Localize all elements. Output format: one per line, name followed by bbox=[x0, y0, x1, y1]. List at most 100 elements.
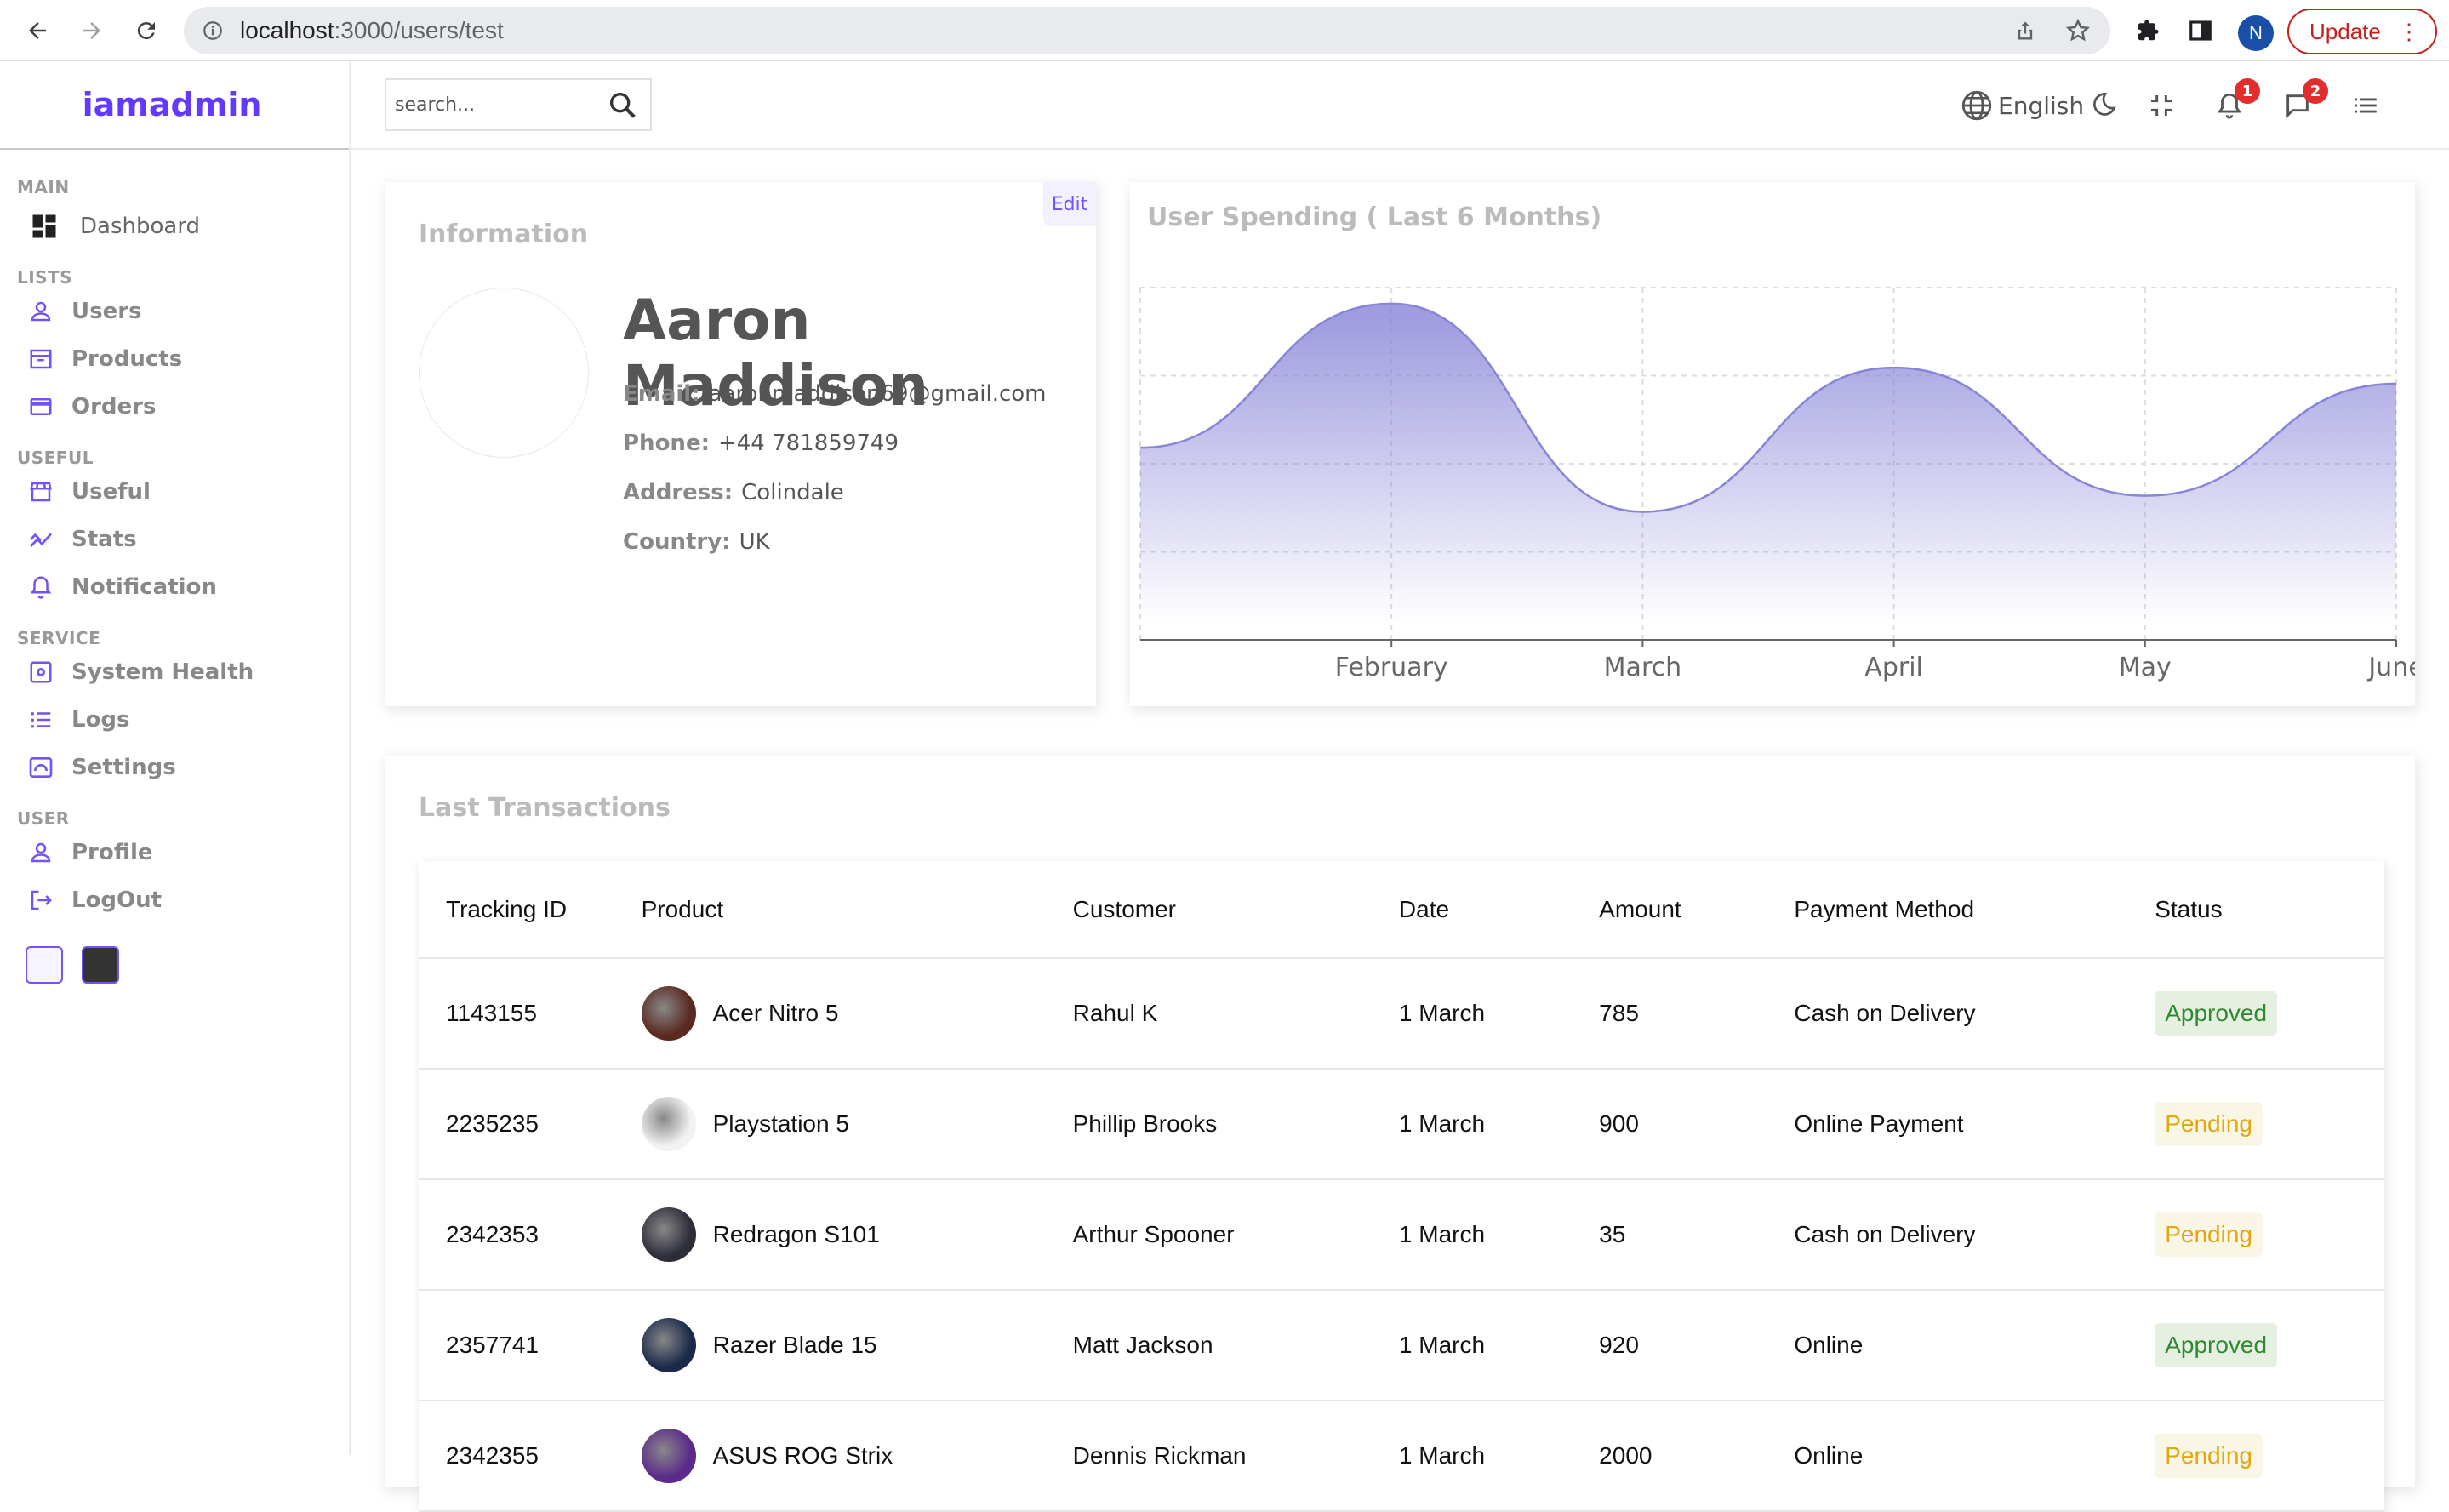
notifications-badge: 1 bbox=[2235, 78, 2260, 104]
cell-product: Redragon S101 bbox=[641, 1179, 1073, 1291]
sidebar-item-users[interactable]: Users bbox=[26, 288, 349, 335]
column-header: Date bbox=[1398, 861, 1600, 959]
table-row[interactable]: 2342353 Redragon S101 Arthur Spooner 1 Marc… bbox=[419, 1179, 2384, 1291]
cell-amount: 785 bbox=[1599, 958, 1795, 1070]
notifications-icon[interactable]: 1 bbox=[2211, 78, 2260, 124]
sidebar-item-label: Users bbox=[71, 299, 142, 324]
section-title-user: USER bbox=[17, 808, 70, 829]
fullscreen-exit-icon[interactable] bbox=[2143, 87, 2180, 124]
product-cell: Redragon S101 bbox=[641, 1207, 1073, 1262]
share-icon[interactable] bbox=[2010, 15, 2041, 46]
column-header: Status bbox=[2155, 861, 2384, 959]
sidebar-item-label: Orders bbox=[71, 394, 157, 419]
cell-product: Razer Blade 15 bbox=[641, 1290, 1073, 1401]
sidebar-item-dashboard[interactable]: Dashboard bbox=[29, 203, 349, 250]
logo-area: iamadmin bbox=[0, 61, 349, 150]
phone-label: Phone: bbox=[623, 431, 710, 456]
dark-mode-icon[interactable] bbox=[2087, 90, 2118, 121]
cell-amount: 920 bbox=[1599, 1290, 1795, 1401]
cell-status: Approved bbox=[2155, 958, 2384, 1070]
sidebar-item-products[interactable]: Products bbox=[26, 335, 349, 383]
cell-customer: Dennis Rickman bbox=[1072, 1401, 1399, 1512]
sidebar-item-system-health[interactable]: System Health bbox=[26, 648, 349, 696]
product-name: Acer Nitro 5 bbox=[712, 1000, 839, 1026]
address-row: Address: Colindale bbox=[623, 480, 844, 505]
sidebar-item-logout[interactable]: LogOut bbox=[26, 876, 349, 924]
table-row[interactable]: 1143155 Acer Nitro 5 Rahul K1 March 785 Cash… bbox=[419, 958, 2384, 1070]
sidebar-item-notification[interactable]: Notification bbox=[26, 563, 349, 611]
transactions-title: Last Transactions bbox=[419, 793, 671, 823]
sidebar-item-profile[interactable]: Profile bbox=[26, 829, 349, 876]
product-name: Razer Blade 15 bbox=[712, 1332, 877, 1358]
sidebar-item-settings[interactable]: Settings bbox=[26, 744, 349, 791]
person-icon bbox=[26, 837, 56, 868]
store-icon bbox=[26, 344, 56, 374]
info-icon[interactable] bbox=[197, 15, 228, 46]
more-vert-icon[interactable]: ⋮ bbox=[2398, 19, 2420, 44]
sidebar-item-label: Notification bbox=[71, 574, 217, 600]
product-cell: Playstation 5 bbox=[641, 1097, 1073, 1151]
cell-date: 1 March bbox=[1398, 1069, 1600, 1180]
back-icon[interactable] bbox=[19, 12, 56, 49]
list-menu-icon[interactable] bbox=[2347, 87, 2384, 124]
language-selector[interactable]: English bbox=[1959, 87, 2118, 124]
x-tick-label: May bbox=[2119, 653, 2172, 682]
sidebar-item-label: System Health bbox=[71, 659, 254, 685]
information-card: Edit Information Aaron Maddison Email: aa… bbox=[385, 182, 1096, 706]
product-name: Playstation 5 bbox=[712, 1110, 849, 1137]
dark-theme-swatch[interactable] bbox=[82, 946, 119, 984]
search-input[interactable]: search... bbox=[395, 94, 475, 116]
column-header: Payment Method bbox=[1794, 861, 2155, 959]
table-row[interactable]: 2342355 ASUS ROG Strix Dennis Rickman 1 Mar… bbox=[419, 1401, 2384, 1512]
product-name: Redragon S101 bbox=[712, 1221, 880, 1247]
product-image bbox=[641, 1207, 696, 1262]
side-panel-icon[interactable] bbox=[2184, 14, 2218, 48]
sidebar-item-stats[interactable]: Stats bbox=[26, 516, 349, 563]
search-box[interactable]: search... bbox=[385, 78, 652, 131]
person-icon bbox=[26, 296, 56, 327]
extensions-icon[interactable] bbox=[2131, 14, 2165, 48]
sidebar: iamadmin MAIN Dashboard LISTS Users Prod… bbox=[0, 61, 351, 1455]
column-header: Amount bbox=[1599, 861, 1795, 959]
edit-button[interactable]: Edit bbox=[1043, 182, 1096, 226]
cell-date: 1 March bbox=[1398, 1290, 1600, 1401]
chart-icon bbox=[26, 524, 56, 555]
profile-avatar[interactable]: N bbox=[2238, 15, 2274, 51]
section-title-service: SERVICE bbox=[17, 628, 101, 648]
x-tick-label: April bbox=[1864, 653, 1923, 682]
email-row: Email: aaronmaddison69@gmail.com bbox=[623, 381, 1047, 407]
sidebar-item-label: LogOut bbox=[71, 887, 163, 913]
cell-method: Online Payment bbox=[1794, 1069, 2155, 1180]
light-theme-swatch[interactable] bbox=[26, 946, 63, 984]
cell-amount: 35 bbox=[1599, 1179, 1795, 1291]
url-text: localhost:3000/users/test bbox=[240, 17, 504, 43]
update-label: Update bbox=[2309, 18, 2381, 44]
product-image bbox=[641, 986, 696, 1041]
reload-icon[interactable] bbox=[128, 12, 165, 49]
country-label: Country: bbox=[623, 529, 731, 555]
sidebar-item-logs[interactable]: Logs bbox=[26, 696, 349, 744]
chat-icon[interactable]: 2 bbox=[2279, 78, 2328, 124]
table-row[interactable]: 2357741 Razer Blade 15 Matt Jackson 1 March… bbox=[419, 1290, 2384, 1401]
cell-id: 2342353 bbox=[419, 1179, 642, 1291]
update-button[interactable]: Update ⋮ bbox=[2287, 9, 2437, 54]
sidebar-item-useful[interactable]: Useful bbox=[26, 468, 349, 516]
status-badge: Pending bbox=[2155, 1212, 2263, 1257]
x-tick-label: February bbox=[1335, 653, 1448, 682]
sidebar-item-label: Logs bbox=[71, 707, 130, 733]
address-bar[interactable]: localhost:3000/users/test bbox=[184, 7, 2110, 54]
language-label: English bbox=[1998, 91, 2085, 120]
forward-icon[interactable] bbox=[73, 12, 111, 49]
cell-status: Pending bbox=[2155, 1179, 2384, 1291]
bookmark-star-icon[interactable] bbox=[2063, 15, 2093, 46]
column-header: Tracking ID bbox=[419, 861, 642, 959]
table-row[interactable]: 2235235 Playstation 5 Phillip Brooks 1 Marc… bbox=[419, 1069, 2384, 1180]
search-icon[interactable] bbox=[606, 88, 640, 128]
country-row: Country: UK bbox=[623, 529, 770, 555]
cell-method: Online bbox=[1794, 1401, 2155, 1512]
cell-method: Cash on Delivery bbox=[1794, 1179, 2155, 1291]
sidebar-item-orders[interactable]: Orders bbox=[26, 383, 349, 431]
logo[interactable]: iamadmin bbox=[83, 86, 262, 123]
cell-status: Approved bbox=[2155, 1290, 2384, 1401]
cell-status: Pending bbox=[2155, 1401, 2384, 1512]
